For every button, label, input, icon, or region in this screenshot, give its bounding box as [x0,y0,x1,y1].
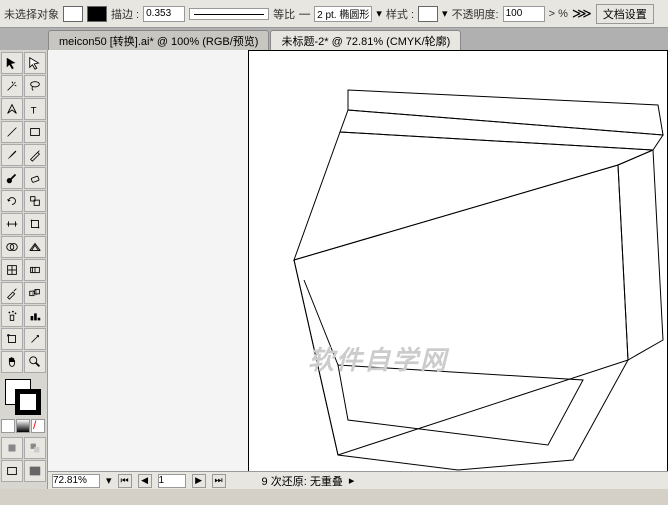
screen-mode-normal[interactable] [1,460,23,482]
selection-tool[interactable] [1,52,23,74]
magic-wand-tool[interactable] [1,75,23,97]
tab-label: meicon50 [转换].ai* @ 100% (RGB/预览) [59,33,258,49]
gradient-tool[interactable] [24,259,46,281]
scale-tool[interactable] [24,190,46,212]
opacity-input[interactable] [503,6,545,22]
color-mode-none[interactable]: / [31,419,45,433]
last-artboard-button[interactable]: ⏭ [212,474,226,488]
draw-normal[interactable] [1,437,23,459]
mesh-tool[interactable] [1,259,23,281]
undo-status: 9 次还原: 无重叠 [262,473,343,489]
draw-behind[interactable] [24,437,46,459]
canvas-area[interactable]: 软件自学网 [48,50,668,490]
opacity-label[interactable]: 不透明度: [452,6,499,22]
pencil-tool[interactable] [24,144,46,166]
status-expand-icon[interactable]: ▸ [349,474,355,487]
tab-meicon50[interactable]: meicon50 [转换].ai* @ 100% (RGB/预览) [48,30,269,50]
blob-brush-tool[interactable] [1,167,23,189]
stroke-swatch[interactable] [87,6,107,22]
more-icon[interactable]: ⋙ [572,5,592,22]
first-artboard-button[interactable]: ⏮ [118,474,132,488]
free-transform-tool[interactable] [24,213,46,235]
brush-chevron-icon[interactable]: ▾ [376,7,382,20]
stroke-input[interactable] [143,6,185,22]
artwork-outline [248,60,668,480]
paintbrush-tool[interactable] [1,144,23,166]
line-tool[interactable] [1,121,23,143]
shape-builder-tool[interactable] [1,236,23,258]
symbol-sprayer-tool[interactable] [1,305,23,327]
next-artboard-button[interactable]: ▶ [192,474,206,488]
style-chevron-icon[interactable]: ▾ [442,7,448,20]
zoom-tool[interactable] [24,351,46,373]
status-bar: ▾ ⏮ ◀ ▶ ⏭ 9 次还原: 无重叠 ▸ [48,471,668,489]
tool-palette: T [0,50,48,490]
width-tool[interactable] [1,213,23,235]
pen-tool[interactable] [1,98,23,120]
zoom-chevron-icon[interactable]: ▾ [106,474,112,487]
selection-status: 未选择对象 [4,6,59,22]
perspective-grid-tool[interactable] [24,236,46,258]
stroke-preview[interactable] [189,8,269,20]
brush-dropdown[interactable]: 2 pt. 椭圆形 [314,6,372,22]
lasso-tool[interactable] [24,75,46,97]
zoom-input[interactable] [52,474,100,488]
svg-text:T: T [31,105,37,116]
artboard-page-input[interactable] [158,474,186,488]
type-tool[interactable]: T [24,98,46,120]
blend-tool[interactable] [24,282,46,304]
eyedropper-tool[interactable] [1,282,23,304]
tab-untitled-2[interactable]: 未标题-2* @ 72.81% (CMYK/轮廓) [270,30,461,50]
ratio-label[interactable]: 等比 [273,6,295,22]
tab-label: 未标题-2* @ 72.81% (CMYK/轮廓) [281,33,450,49]
main-area: T [0,50,668,490]
stroke-label: 描边 : [111,6,139,22]
direct-selection-tool[interactable] [24,52,46,74]
style-label: 样式 : [386,6,414,22]
eraser-tool[interactable] [24,167,46,189]
footer-gutter [0,489,668,505]
document-tab-strip: meicon50 [转换].ai* @ 100% (RGB/预览) 未标题-2*… [0,28,668,50]
color-mode-solid[interactable] [1,419,15,433]
stroke-color-swatch[interactable] [15,389,41,415]
fill-swatch[interactable] [63,6,83,22]
column-graph-tool[interactable] [24,305,46,327]
options-bar: 未选择对象 描边 : 等比 — 2 pt. 椭圆形 ▾ 样式 : ▾ 不透明度:… [0,0,668,28]
rotate-tool[interactable] [1,190,23,212]
artboard-tool[interactable] [1,328,23,350]
slice-tool[interactable] [24,328,46,350]
rectangle-tool[interactable] [24,121,46,143]
style-swatch[interactable] [418,6,438,22]
percent-label: > % [549,8,568,20]
screen-mode-full[interactable] [24,460,46,482]
prev-artboard-button[interactable]: ◀ [138,474,152,488]
color-mode-gradient[interactable] [16,419,30,433]
hand-tool[interactable] [1,351,23,373]
doc-setup-button[interactable]: 文档设置 [596,4,654,24]
dash-icon: — [299,8,310,20]
color-section [1,377,46,417]
